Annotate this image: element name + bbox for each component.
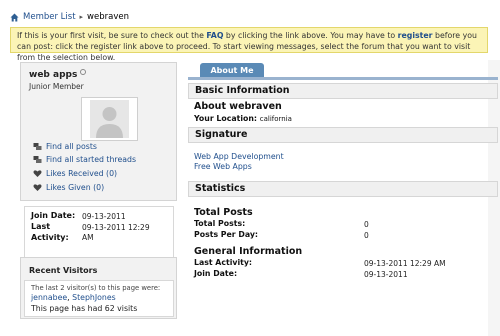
- register-link[interactable]: register: [398, 31, 433, 40]
- likes-given-link[interactable]: Likes Given (0): [33, 182, 104, 193]
- recent-visitors-title: Recent Visitors: [29, 266, 98, 275]
- tab-about-me[interactable]: About Me: [200, 63, 264, 77]
- username-row: web apps: [29, 69, 87, 80]
- online-status-icon: [80, 69, 87, 75]
- last-activity-label-line2: Activity:: [31, 233, 69, 242]
- notice-text-1: If this is your first visit, be sure to …: [17, 31, 207, 40]
- profile-sidebar: web apps Junior Member Find all posts Fi…: [20, 62, 177, 258]
- total-posts-title: Total Posts: [194, 207, 253, 218]
- posts-icon: [33, 142, 42, 151]
- user-title: Junior Member: [29, 82, 84, 91]
- about-title: About webraven: [194, 101, 282, 112]
- location-value: california: [259, 115, 292, 123]
- signature-header: Signature: [188, 127, 498, 143]
- heart-icon: [33, 169, 42, 178]
- avatar: [81, 97, 138, 141]
- visit-count: This page has had 62 visits: [31, 304, 138, 313]
- notice-text-2: by clicking the link above. You may have…: [223, 31, 398, 40]
- tab-underline: [188, 77, 498, 80]
- heart-icon: [33, 183, 42, 192]
- find-all-threads-link[interactable]: Find all started threads: [33, 154, 136, 165]
- last-activity-label: Last Activity:: [194, 258, 253, 267]
- find-all-threads-label[interactable]: Find all started threads: [46, 155, 136, 164]
- general-information-title: General Information: [194, 246, 303, 257]
- find-all-posts-link[interactable]: Find all posts: [33, 141, 97, 152]
- last-activity-label-line1: Last: [31, 222, 51, 231]
- faq-link[interactable]: FAQ: [206, 31, 223, 40]
- visitors-intro: The last 2 visitor(s) to this page were:: [31, 284, 161, 292]
- member-info-box: Join Date: 09-13-2011 Last Activity: 09-…: [24, 206, 174, 258]
- last-activity-value-2: AM: [82, 233, 94, 242]
- visitor-link-stephjones[interactable]: StephJones: [72, 293, 116, 302]
- breadcrumb-current: webraven: [87, 12, 129, 22]
- breadcrumb-member-list-link[interactable]: Member List: [23, 12, 76, 22]
- signature-line-2[interactable]: Free Web Apps: [194, 162, 252, 171]
- location-label: Your Location:: [194, 114, 258, 123]
- breadcrumb: Member List ▸ webraven: [10, 11, 129, 23]
- signature-line-1[interactable]: Web App Development: [194, 152, 284, 161]
- join-date-label-main: Join Date:: [194, 269, 238, 278]
- join-date-value: 09-13-2011: [82, 212, 126, 221]
- visitor-list: jennabee, StephJones: [31, 293, 116, 302]
- join-date-row: Join Date:: [31, 211, 75, 220]
- breadcrumb-separator-icon: ▸: [79, 13, 84, 21]
- find-all-posts-label[interactable]: Find all posts: [46, 142, 97, 151]
- username: web apps: [29, 70, 78, 80]
- visitor-separator: ,: [67, 293, 70, 302]
- statistics-header: Statistics: [188, 181, 498, 197]
- basic-information-header: Basic Information: [188, 83, 498, 99]
- last-activity-value-1: 09-13-2011 12:29: [82, 223, 150, 232]
- likes-received-label[interactable]: Likes Received (0): [46, 169, 117, 178]
- join-date-value-main: 09-13-2011: [364, 270, 408, 279]
- threads-icon: [33, 155, 42, 164]
- posts-per-day-value: 0: [364, 231, 369, 240]
- join-date-label: Join Date:: [31, 211, 76, 220]
- likes-received-link[interactable]: Likes Received (0): [33, 168, 117, 179]
- last-activity-label-1: Last: [31, 222, 50, 231]
- recent-visitors-content: The last 2 visitor(s) to this page were:…: [24, 280, 174, 317]
- visitor-link-jennabee[interactable]: jennabee: [31, 293, 67, 302]
- total-posts-label: Total Posts:: [194, 219, 246, 228]
- last-activity-value: 09-13-2011 12:29 AM: [364, 259, 446, 268]
- total-posts-value: 0: [364, 220, 369, 229]
- recent-visitors-box: Recent Visitors The last 2 visitor(s) to…: [20, 257, 177, 319]
- first-visit-notice: If this is your first visit, be sure to …: [10, 27, 488, 62]
- right-gutter: [488, 60, 500, 336]
- likes-given-label[interactable]: Likes Given (0): [46, 183, 104, 192]
- last-activity-label-2: Activity:: [31, 233, 69, 242]
- home-icon[interactable]: [10, 13, 19, 22]
- location-row: Your Location: california: [194, 114, 292, 123]
- posts-per-day-label: Posts Per Day:: [194, 230, 259, 239]
